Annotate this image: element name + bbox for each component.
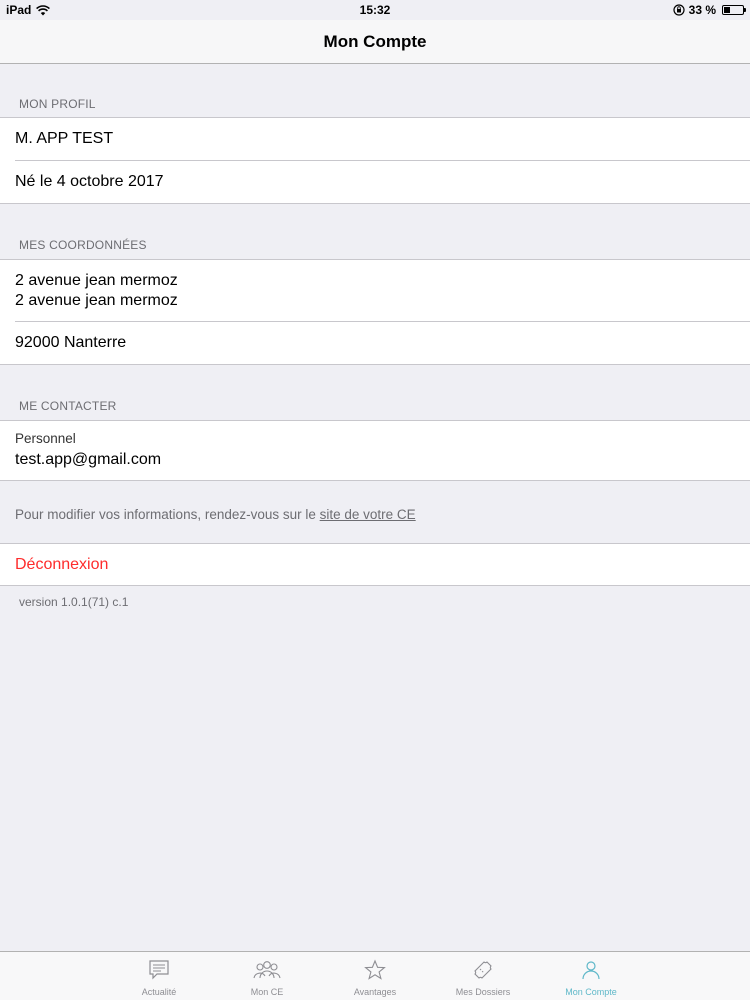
logout-group: Déconnexion (0, 543, 750, 586)
profile-group: M. APP TEST Né le 4 octobre 2017 (0, 117, 750, 204)
address-line-2: 2 avenue jean mermoz (15, 292, 178, 309)
tab-mon-compte[interactable]: Mon Compte (537, 952, 645, 1000)
battery-fill (724, 7, 730, 13)
tab-label-mon-compte: Mon Compte (565, 987, 617, 997)
tab-label-mes-dossiers: Mes Dossiers (455, 987, 511, 997)
profile-birthdate: Né le 4 octobre 2017 (15, 173, 164, 190)
info-text: Pour modifier vos informations, rendez-v… (15, 507, 416, 522)
tab-items: Actualité Mon CE Avantages Mes Dossiers … (105, 952, 645, 1000)
city-postcode: 92000 Nanterre (15, 334, 127, 351)
tab-label-actualite: Actualité (141, 987, 177, 997)
news-icon (149, 960, 169, 980)
ce-site-link[interactable]: site de votre CE (320, 507, 416, 522)
tab-actualite[interactable]: Actualité (105, 952, 213, 1000)
orientation-lock-icon (673, 4, 685, 16)
tab-mes-dossiers[interactable]: Mes Dossiers (429, 952, 537, 1000)
status-time: 15:32 (359, 3, 391, 17)
tab-avantages[interactable]: Avantages (321, 952, 429, 1000)
section-header-coordinates: MES COORDONNÉES (19, 238, 147, 252)
profile-name: M. APP TEST (15, 130, 114, 147)
status-right: 33 % (673, 3, 746, 17)
logout-label: Déconnexion (15, 556, 109, 573)
status-bar: iPad 15:32 33 % (0, 0, 750, 20)
info-message: Pour modifier vos informations, rendez-v… (15, 507, 320, 522)
contact-group: Personnel test.app@gmail.com (0, 420, 750, 481)
group-icon (253, 961, 281, 979)
email-cell[interactable]: Personnel test.app@gmail.com (0, 421, 750, 480)
coordinates-group: 2 avenue jean mermoz 2 avenue jean mermo… (0, 259, 750, 365)
address-line-1: 2 avenue jean mermoz (15, 272, 178, 289)
tab-label-mon-ce: Mon CE (250, 987, 284, 997)
star-icon (364, 959, 386, 980)
section-header-contact: ME CONTACTER (19, 399, 117, 413)
profile-name-cell[interactable]: M. APP TEST (0, 118, 750, 160)
page-title: Mon Compte (323, 32, 427, 51)
profile-birth-cell[interactable]: Né le 4 octobre 2017 (0, 160, 750, 203)
person-icon (582, 961, 600, 980)
logout-button[interactable]: Déconnexion (0, 544, 750, 585)
battery-icon (722, 5, 746, 15)
tab-label-avantages: Avantages (353, 987, 397, 997)
navigation-bar: Mon Compte (0, 20, 750, 64)
email-value: test.app@gmail.com (15, 451, 162, 468)
city-cell[interactable]: 92000 Nanterre (0, 321, 750, 364)
version-label: version 1.0.1(71) c.1 (19, 595, 129, 609)
section-header-profile: MON PROFIL (19, 97, 96, 111)
address-cell[interactable]: 2 avenue jean mermoz 2 avenue jean mermo… (0, 260, 750, 321)
battery-percent: 33 % (688, 3, 716, 17)
tab-mon-ce[interactable]: Mon CE (213, 952, 321, 1000)
email-type-label: Personnel (15, 431, 76, 446)
ticket-icon (474, 961, 492, 979)
tab-bar: Actualité Mon CE Avantages Mes Dossiers … (0, 951, 750, 1000)
